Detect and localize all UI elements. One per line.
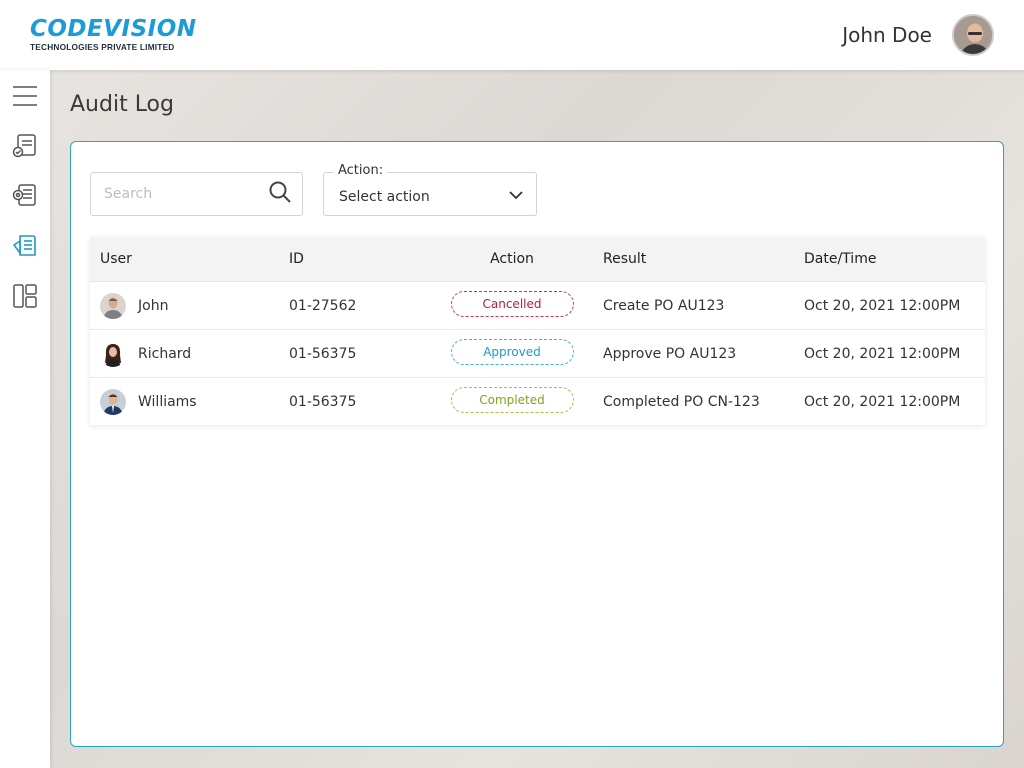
user-name-cell: Williams [138,393,197,410]
status-badge: Completed [450,386,574,413]
avatar [100,292,126,319]
user-name-cell: John [138,297,169,314]
date-cell: Oct 20, 2021 12:00PM [804,393,961,410]
action-cell: Completed [421,386,603,413]
document-check-icon[interactable] [11,132,39,160]
action-select-value: Select action [339,189,430,205]
document-list-icon[interactable] [11,182,39,210]
status-badge: Approved [450,338,574,365]
id-cell: 01-56375 [289,393,357,410]
id-cell: 01-27562 [289,297,357,314]
search-box[interactable] [90,172,303,216]
header-result[interactable]: Result [603,251,804,267]
chevron-down-icon[interactable] [508,187,524,207]
user-name: John Doe [842,23,932,47]
user-avatar[interactable] [952,14,994,56]
logo-main-text: CODEVISION [30,16,197,43]
page-title: Audit Log [70,92,174,117]
audit-log-card: Action: Select action User ID Action Res… [70,141,1004,747]
date-cell: Oct 20, 2021 12:00PM [804,297,961,314]
result-cell: Completed PO CN-123 [603,393,760,410]
menu-icon[interactable] [11,82,39,110]
header-date[interactable]: Date/Time [804,251,985,267]
search-input[interactable] [104,186,254,202]
header-user[interactable]: User [90,251,289,267]
user-cell: Williams [90,388,289,415]
avatar [100,388,126,415]
user-menu[interactable]: John Doe [842,14,994,56]
app-header: CODEVISION TECHNOLOGIES PRIVATE LIMITED … [0,0,1024,70]
table-row[interactable]: Richard 01-56375 Approved Approve PO AU1… [90,329,985,377]
id-cell: 01-56375 [289,345,357,362]
action-cell: Approved [421,338,603,365]
result-cell: Create PO AU123 [603,297,725,314]
header-id[interactable]: ID [289,251,421,267]
action-select[interactable]: Action: Select action [323,163,537,216]
audit-log-table: User ID Action Result Date/Time John 01-… [90,237,985,425]
date-cell: Oct 20, 2021 12:00PM [804,345,961,362]
result-cell: Approve PO AU123 [603,345,737,362]
table-header: User ID Action Result Date/Time [90,237,985,281]
action-cell: Cancelled [421,290,603,317]
company-logo[interactable]: CODEVISION TECHNOLOGIES PRIVATE LIMITED [30,16,197,53]
table-row[interactable]: Williams 01-56375 Completed Completed PO… [90,377,985,425]
search-icon[interactable] [268,180,292,208]
table-row[interactable]: John 01-27562 Cancelled Create PO AU123 … [90,281,985,329]
status-badge: Cancelled [450,290,574,317]
user-cell: John [90,292,289,319]
logo-sub-text: TECHNOLOGIES PRIVATE LIMITED [30,42,175,53]
dashboard-icon[interactable] [11,282,39,310]
user-cell: Richard [90,340,289,367]
header-action[interactable]: Action [421,251,603,267]
action-label: Action: [334,163,388,178]
user-name-cell: Richard [138,345,192,362]
audit-log-icon[interactable] [11,232,39,260]
sidebar [0,70,50,768]
avatar [100,340,126,367]
